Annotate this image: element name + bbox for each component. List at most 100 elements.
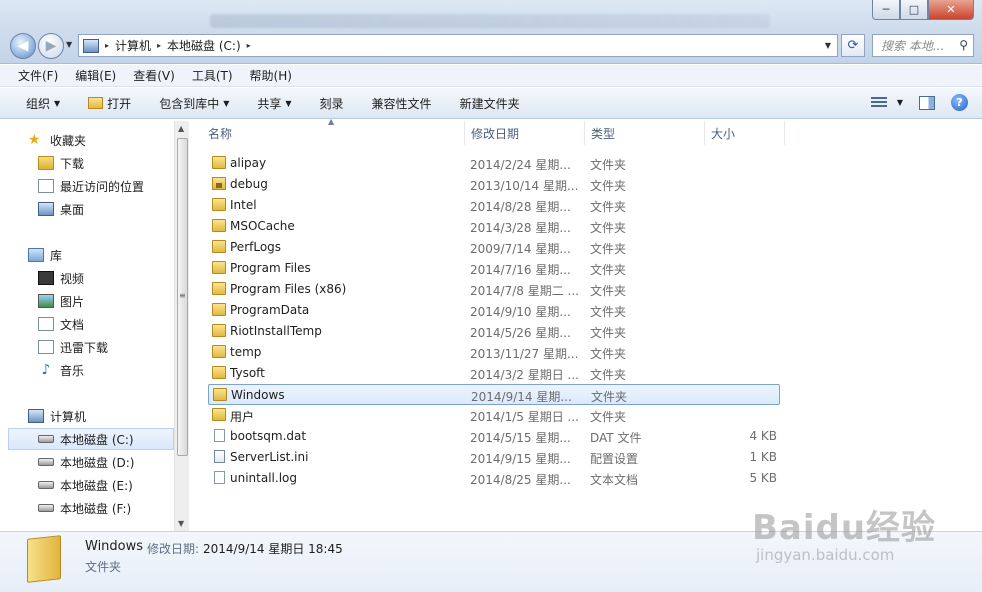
organize-button[interactable]: 组织 ▼	[26, 95, 60, 112]
file-row[interactable]: debug 2013/10/14 星期... 文件夹	[208, 174, 780, 195]
minimize-button[interactable]: ─	[872, 0, 900, 20]
folder-large-icon	[27, 535, 61, 583]
help-icon[interactable]: ?	[951, 94, 968, 111]
include-library-button[interactable]: 包含到库中 ▼	[159, 95, 229, 112]
menu-edit[interactable]: 编辑(E)	[75, 67, 116, 84]
file-name: ServerList.ini	[230, 450, 309, 464]
file-row[interactable]: bootsqm.dat 2014/5/15 星期... DAT 文件 4 KB	[208, 426, 780, 447]
folder-icon	[213, 388, 227, 401]
file-name: 用户	[230, 410, 255, 424]
desktop-icon	[38, 202, 54, 216]
music-note-icon: ♪	[41, 362, 51, 378]
sidebar-scrollbar[interactable]: ▲ ≡ ▼	[174, 121, 189, 531]
menu-view[interactable]: 查看(V)	[133, 67, 175, 84]
recent-pages-dropdown[interactable]: ▼	[66, 40, 72, 49]
compat-files-button[interactable]: 兼容性文件	[372, 95, 432, 112]
file-row[interactable]: Intel 2014/8/28 星期... 文件夹	[208, 195, 780, 216]
file-size: 5 KB	[749, 471, 777, 485]
details-modified-value: 2014/9/14 星期日 18:45	[203, 542, 343, 556]
column-label: 类型	[591, 126, 616, 141]
file-row[interactable]: RiotInstallTemp 2014/5/26 星期... 文件夹	[208, 321, 780, 342]
sidebar-item-downloads[interactable]: 下载	[38, 152, 84, 174]
file-type: 文件夹	[590, 284, 627, 298]
file-row[interactable]: ServerList.ini 2014/9/15 星期... 配置设置 1 KB	[208, 447, 780, 468]
search-icon[interactable]: ⚲	[959, 38, 968, 52]
sidebar-label: 库	[50, 248, 63, 263]
change-view-button[interactable]: ▼	[870, 96, 903, 109]
file-name: MSOCache	[230, 219, 295, 233]
column-header-date[interactable]: 修改日期	[465, 121, 585, 145]
baidu-watermark: Baidu经验 jingyan.baidu.com	[752, 486, 972, 576]
file-row[interactable]: alipay 2014/2/24 星期... 文件夹	[208, 153, 780, 174]
menu-help[interactable]: 帮助(H)	[250, 67, 292, 84]
scroll-down-icon[interactable]: ▼	[178, 519, 184, 528]
file-row[interactable]: temp 2013/11/27 星期... 文件夹	[208, 342, 780, 363]
file-row[interactable]: Tysoft 2014/3/2 星期日 ... 文件夹	[208, 363, 780, 384]
menu-file[interactable]: 文件(F)	[18, 67, 58, 84]
sidebar-item-pictures[interactable]: 图片	[38, 290, 84, 312]
refresh-button[interactable]: ⟳	[841, 34, 865, 57]
file-row[interactable]: Windows 2014/9/14 星期... 文件夹	[208, 384, 780, 405]
sidebar-label: 迅雷下载	[60, 340, 109, 355]
back-button[interactable]: ◀	[10, 33, 36, 59]
sidebar-favorites[interactable]: ★ 收藏夹	[28, 129, 86, 151]
file-date: 2014/5/15 星期...	[470, 431, 571, 445]
details-type: 文件夹	[85, 560, 122, 574]
file-row[interactable]: Program Files (x86) 2014/7/8 星期二 ... 文件夹	[208, 279, 780, 300]
folder-icon	[212, 408, 226, 421]
file-row[interactable]: ProgramData 2014/9/10 星期... 文件夹	[208, 300, 780, 321]
folder-icon	[212, 261, 226, 274]
picture-icon	[38, 294, 54, 308]
sidebar-libraries[interactable]: 库	[28, 244, 62, 266]
preview-pane-icon[interactable]	[919, 95, 935, 110]
scroll-grip-icon: ≡	[179, 291, 186, 300]
crumb-separator[interactable]: ▸	[157, 41, 161, 50]
scroll-up-icon[interactable]: ▲	[178, 124, 184, 133]
sidebar-item-videos[interactable]: 视频	[38, 267, 84, 289]
sidebar-item-recent[interactable]: 最近访问的位置	[38, 175, 144, 197]
breadcrumb-computer[interactable]: 计算机	[115, 37, 151, 54]
file-name: PerfLogs	[230, 240, 282, 254]
search-input[interactable]: 搜索 本地... ⚲	[872, 34, 974, 57]
sidebar-item-drive-c[interactable]: 本地磁盘 (C:)	[8, 428, 174, 450]
open-button[interactable]: 打开	[88, 95, 131, 112]
sidebar-item-drive-e[interactable]: 本地磁盘 (E:)	[38, 474, 133, 496]
sidebar-computer[interactable]: 计算机	[28, 405, 86, 427]
crumb-separator[interactable]: ▸	[247, 41, 251, 50]
sidebar-item-drive-d[interactable]: 本地磁盘 (D:)	[38, 451, 134, 473]
file-type: 文件夹	[590, 326, 627, 340]
breadcrumb-drive-c[interactable]: 本地磁盘 (C:)	[167, 37, 241, 54]
menu-tools[interactable]: 工具(T)	[192, 67, 233, 84]
address-bar[interactable]: ▸ 计算机 ▸ 本地磁盘 (C:) ▸ ▼	[78, 34, 838, 57]
sidebar-label: 本地磁盘 (D:)	[60, 455, 135, 470]
new-folder-button[interactable]: 新建文件夹	[460, 95, 520, 112]
maximize-button[interactable]: □	[900, 0, 928, 20]
close-button[interactable]: ✕	[928, 0, 974, 20]
file-row[interactable]: 用户 2014/1/5 星期日 ... 文件夹	[208, 405, 780, 426]
sidebar-item-documents[interactable]: 文档	[38, 313, 84, 335]
forward-button[interactable]: ▶	[38, 33, 64, 59]
sidebar-item-desktop[interactable]: 桌面	[38, 198, 84, 220]
burn-button[interactable]: 刻录	[320, 95, 344, 112]
file-date: 2013/10/14 星期...	[470, 179, 579, 193]
sidebar-item-drive-f[interactable]: 本地磁盘 (F:)	[38, 497, 131, 519]
sidebar-item-music[interactable]: ♪ 音乐	[38, 359, 84, 381]
column-header-name[interactable]: 名称	[202, 121, 465, 145]
open-label: 打开	[107, 96, 132, 111]
command-bar: 组织 ▼ 打开 包含到库中 ▼ 共享 ▼ 刻录 兼容性文件 新建文件夹 ▼ ?	[0, 88, 982, 119]
file-row[interactable]: PerfLogs 2009/7/14 星期... 文件夹	[208, 237, 780, 258]
file-row[interactable]: unintall.log 2014/8/25 星期... 文本文档 5 KB	[208, 468, 780, 489]
file-row[interactable]: Program Files 2014/7/16 星期... 文件夹	[208, 258, 780, 279]
address-dropdown-icon[interactable]: ▼	[825, 41, 831, 50]
menu-bar: 文件(F) 编辑(E) 查看(V) 工具(T) 帮助(H)	[0, 65, 982, 87]
column-header-type[interactable]: 类型	[585, 121, 705, 145]
sidebar-item-xunlei[interactable]: 迅雷下载	[38, 336, 108, 358]
column-header-size[interactable]: 大小	[705, 121, 785, 145]
file-type: 文件夹	[590, 200, 627, 214]
file-row[interactable]: MSOCache 2014/3/28 星期... 文件夹	[208, 216, 780, 237]
share-button[interactable]: 共享 ▼	[257, 95, 291, 112]
sidebar-label: 收藏夹	[50, 133, 87, 148]
watermark-text: Baidu经验	[752, 508, 937, 548]
crumb-separator[interactable]: ▸	[105, 41, 109, 50]
blurred-caption	[210, 14, 770, 28]
